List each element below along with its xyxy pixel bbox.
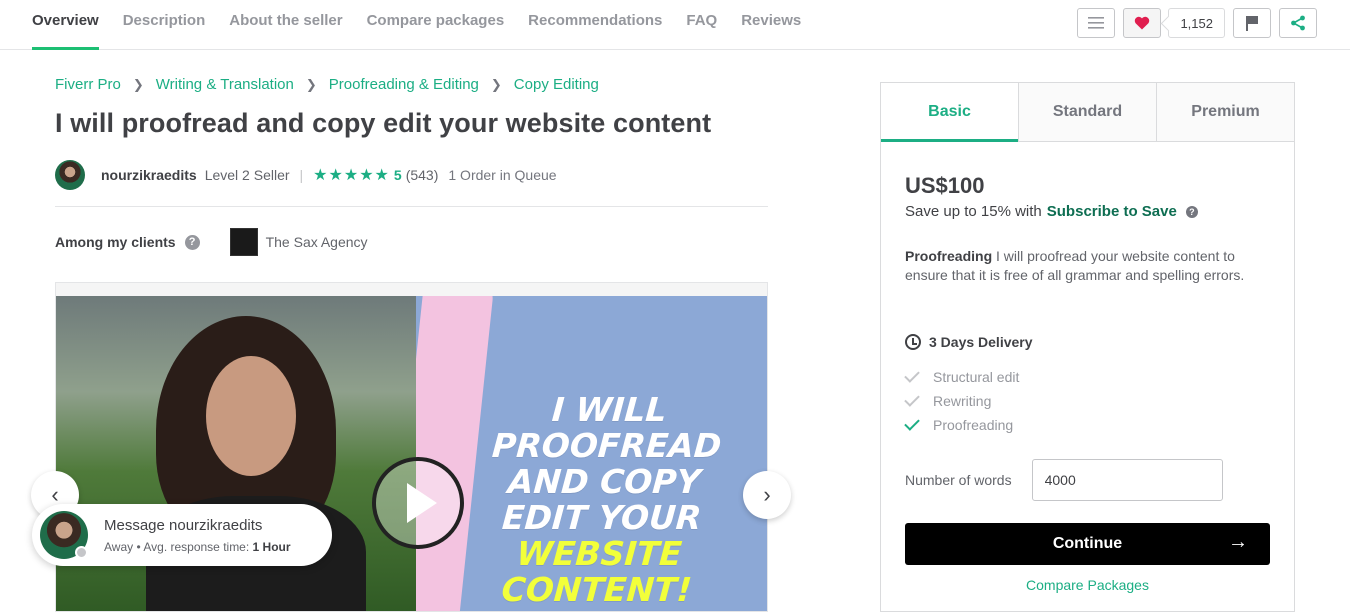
save-text: Save up to 15% with <box>905 203 1042 220</box>
share-icon <box>1291 15 1305 31</box>
word-count-label: Number of words <box>905 472 1012 488</box>
rating-count[interactable]: (543) <box>406 167 439 183</box>
word-count-input[interactable] <box>1031 459 1223 501</box>
section-tabs: Overview Description About the seller Co… <box>32 0 801 50</box>
chevron-right-icon: ❯ <box>132 76 144 92</box>
tab-premium[interactable]: Premium <box>1156 83 1294 141</box>
breadcrumb-writing-translation[interactable]: Writing & Translation <box>156 76 294 93</box>
clients-section: Among my clients ? The Sax Agency <box>55 228 368 256</box>
menu-button[interactable] <box>1077 8 1116 38</box>
help-icon[interactable]: ? <box>1185 205 1198 218</box>
gallery-next-button[interactable]: › <box>743 471 791 519</box>
seller-name[interactable]: nourzikraedits <box>101 167 197 183</box>
banner-line: EDIT YOUR <box>500 498 703 537</box>
tab-overview[interactable]: Overview <box>32 0 99 50</box>
breadcrumb-copy-editing[interactable]: Copy Editing <box>514 76 599 93</box>
gig-banner: I WILL PROOFREAD AND COPY EDIT YOUR WEBS… <box>416 296 767 611</box>
subscribe-to-save-link[interactable]: Subscribe to Save <box>1047 203 1177 220</box>
feature-label: Structural edit <box>933 369 1020 385</box>
favorite-button[interactable] <box>1123 8 1162 38</box>
banner-line: I WILL <box>550 390 668 429</box>
tab-faq[interactable]: FAQ <box>686 0 717 50</box>
chevron-right-icon: ❯ <box>305 76 317 92</box>
seller-avatar <box>40 511 88 559</box>
status-dot <box>75 546 88 559</box>
banner-text: I WILL PROOFREAD AND COPY EDIT YOUR WEBS… <box>470 390 735 609</box>
seller-status: Away <box>104 539 134 554</box>
share-button[interactable] <box>1279 8 1317 38</box>
feature-label: Rewriting <box>933 393 992 409</box>
compare-packages-link[interactable]: Compare Packages <box>881 577 1294 593</box>
chevron-right-icon: ❯ <box>490 76 502 92</box>
seller-level: Level 2 Seller <box>204 167 290 183</box>
continue-label: Continue <box>1052 535 1123 552</box>
seller-overview: nourzikraedits Level 2 Seller | ★★★★★ 5 … <box>55 160 557 190</box>
feature-label: Proofreading <box>933 417 1014 433</box>
check-icon <box>904 391 920 407</box>
message-seller-button[interactable]: Message nourzikraedits Away • Avg. respo… <box>32 504 332 566</box>
package-panel: Basic Standard Premium US$100 Save up to… <box>880 82 1295 612</box>
breadcrumb: Fiverr Pro ❯ Writing & Translation ❯ Pro… <box>55 76 599 93</box>
package-features: Structural edit Rewriting Proofreading <box>904 365 1020 437</box>
feature-item: Proofreading <box>904 413 1019 437</box>
package-price: US$100 <box>905 173 985 198</box>
banner-line: CONTENT! <box>500 570 694 609</box>
tab-description[interactable]: Description <box>123 0 206 50</box>
breadcrumb-proofreading-editing[interactable]: Proofreading & Editing <box>329 76 479 93</box>
word-count-row: Number of words <box>905 459 1223 501</box>
banner-line: AND COPY <box>506 462 702 501</box>
package-description-title: Proofreading <box>905 248 993 264</box>
tab-recommendations[interactable]: Recommendations <box>528 0 662 50</box>
tab-about-seller[interactable]: About the seller <box>229 0 342 50</box>
hamburger-menu-icon <box>1088 17 1105 29</box>
response-time-value: 1 Hour <box>252 539 291 554</box>
favorite-group: 1,152 <box>1123 8 1225 38</box>
report-button[interactable] <box>1233 8 1271 38</box>
banner-line: PROOFREAD <box>490 426 723 465</box>
continue-button[interactable]: Continue → <box>905 523 1270 565</box>
seller-availability: Away • Avg. response time: 1 Hour <box>104 540 291 554</box>
arrow-right-icon: → <box>1228 531 1248 553</box>
chevron-right-icon: › <box>763 482 771 507</box>
help-icon[interactable]: ? <box>184 234 200 250</box>
tab-compare-packages[interactable]: Compare packages <box>367 0 505 50</box>
check-icon <box>904 367 920 383</box>
gig-page-nav: Overview Description About the seller Co… <box>0 0 1350 50</box>
feature-item: Rewriting <box>904 389 1019 413</box>
response-time-label: Avg. response time: <box>143 539 250 554</box>
orders-in-queue: 1 Order in Queue <box>448 167 557 183</box>
divider: | <box>299 167 304 183</box>
client-logo <box>229 228 258 256</box>
subscription-offer: Save up to 15% with Subscribe to Save ? <box>905 203 1198 220</box>
package-tabs: Basic Standard Premium <box>881 83 1294 142</box>
check-icon <box>904 415 920 431</box>
delivery-time: 3 Days Delivery <box>905 334 1033 350</box>
star-rating-icon[interactable]: ★★★★★ <box>313 165 390 185</box>
tab-reviews[interactable]: Reviews <box>741 0 801 50</box>
message-title: Message nourzikraedits <box>104 516 263 534</box>
feature-item: Structural edit <box>904 365 1020 389</box>
banner-line: WEBSITE <box>515 534 684 573</box>
tab-standard[interactable]: Standard <box>1018 83 1156 141</box>
client-name: The Sax Agency <box>265 234 368 250</box>
gig-title: I will proofread and copy edit your webs… <box>55 108 712 138</box>
nav-actions: 1,152 <box>1077 8 1317 38</box>
favorite-count: 1,152 <box>1168 8 1225 38</box>
divider <box>55 206 768 207</box>
breadcrumb-fiverr-pro[interactable]: Fiverr Pro <box>55 76 121 93</box>
play-video-button[interactable] <box>372 457 464 549</box>
clients-label: Among my clients <box>55 234 176 250</box>
tab-basic[interactable]: Basic <box>881 83 1018 142</box>
package-description: Proofreading I will proofread your websi… <box>905 247 1270 285</box>
rating-score: 5 <box>393 167 402 183</box>
delivery-label: 3 Days Delivery <box>929 334 1033 350</box>
heart-icon <box>1135 16 1150 30</box>
clock-icon <box>905 334 921 350</box>
flag-icon <box>1246 16 1258 31</box>
seller-avatar[interactable] <box>55 160 85 190</box>
